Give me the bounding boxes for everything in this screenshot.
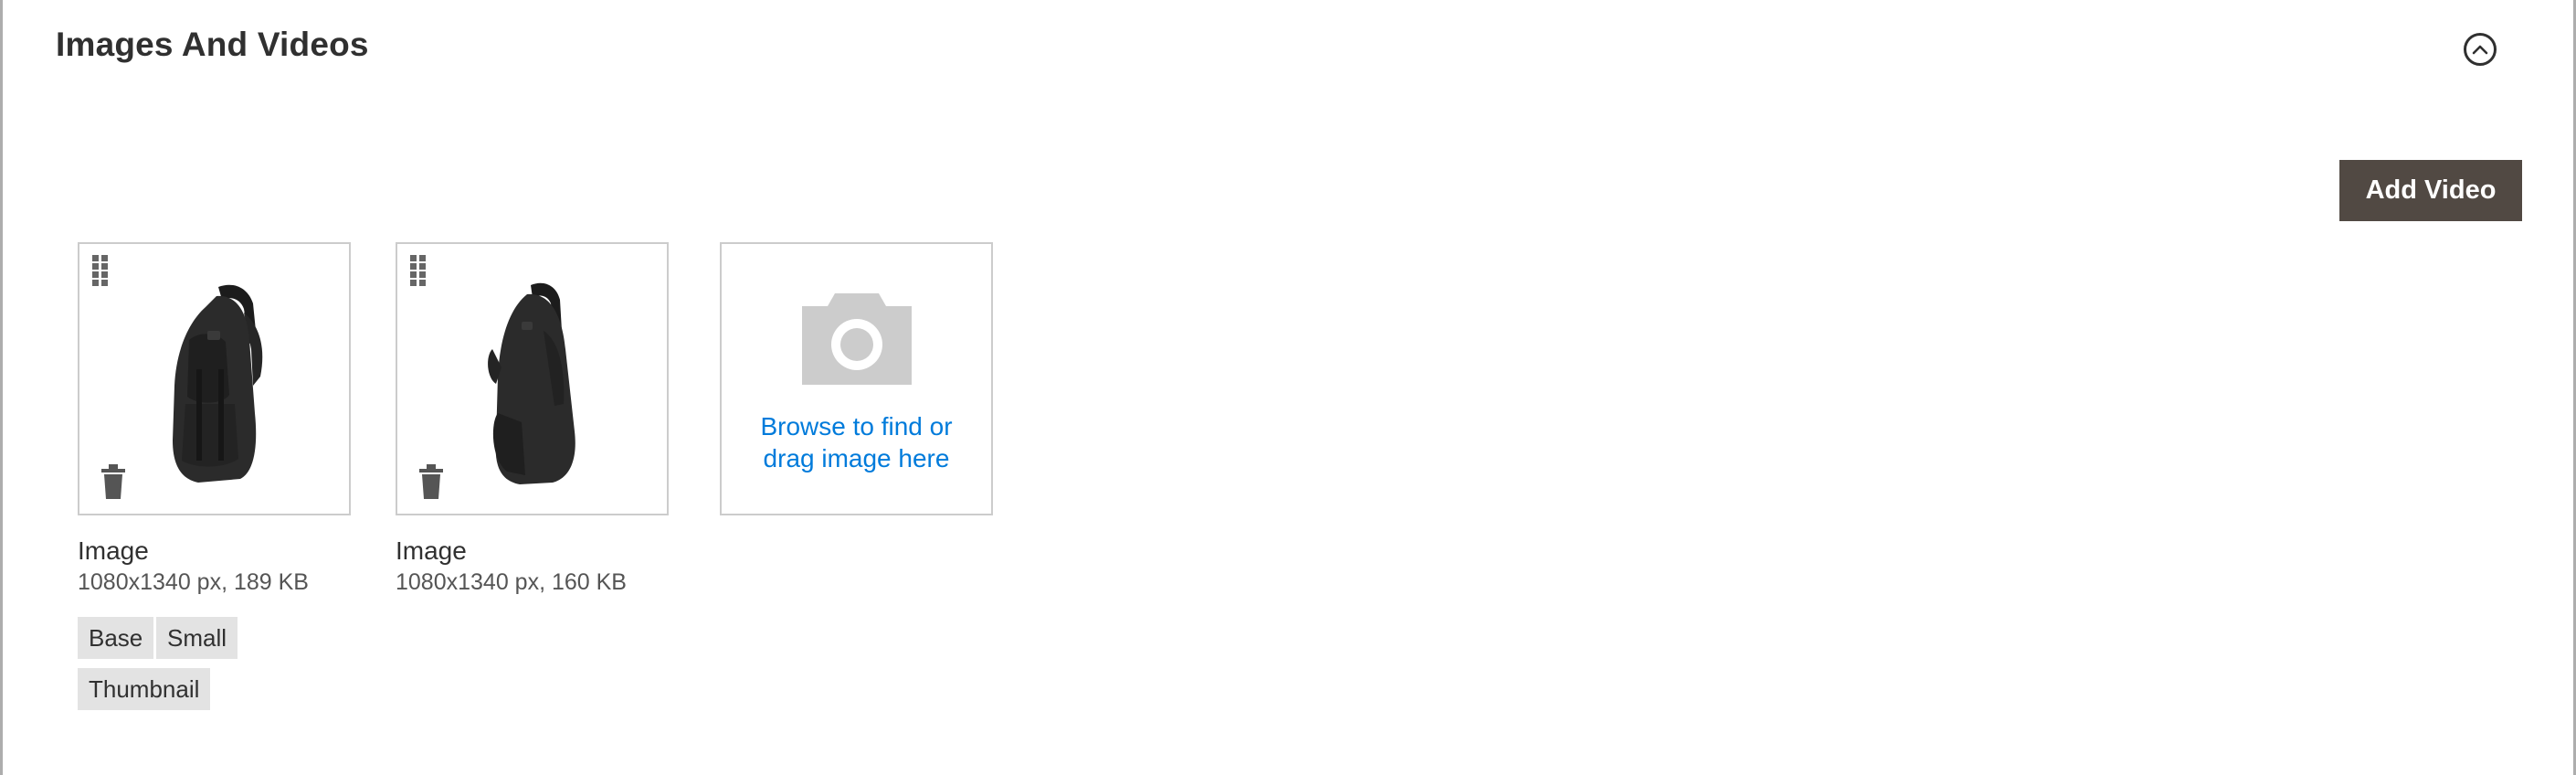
chevron-up-icon bbox=[2472, 45, 2488, 55]
backpack-image bbox=[488, 282, 575, 484]
browse-upload-link[interactable]: Browse to find or drag image here bbox=[722, 410, 991, 474]
trash-icon[interactable] bbox=[100, 463, 127, 500]
image-label: Image bbox=[78, 536, 149, 565]
image-upload-dropzone[interactable]: Browse to find or drag image here bbox=[720, 242, 993, 515]
browse-text-line2: drag image here bbox=[763, 444, 950, 472]
backpack-image bbox=[173, 284, 263, 483]
drag-handle-icon[interactable] bbox=[408, 253, 428, 288]
role-tag-small: Small bbox=[156, 617, 238, 659]
drag-handle-icon[interactable] bbox=[90, 253, 111, 288]
collapse-section-button[interactable] bbox=[2464, 33, 2497, 66]
browse-text-line1: Browse to find or bbox=[760, 412, 953, 441]
section-title: Images And Videos bbox=[56, 26, 369, 63]
camera-icon bbox=[802, 293, 912, 385]
role-tag-base: Base bbox=[78, 617, 154, 659]
image-label: Image bbox=[396, 536, 467, 565]
image-meta: 1080x1340 px, 189 KB bbox=[78, 569, 309, 595]
image-tile[interactable] bbox=[78, 242, 351, 515]
images-videos-section: Images And Videos Add Video Browse to fi… bbox=[0, 0, 2576, 775]
trash-icon[interactable] bbox=[417, 463, 445, 500]
image-meta: 1080x1340 px, 160 KB bbox=[396, 569, 627, 595]
role-tag-thumbnail: Thumbnail bbox=[78, 668, 211, 710]
add-video-button[interactable]: Add Video bbox=[2339, 160, 2522, 221]
image-tile[interactable] bbox=[396, 242, 669, 515]
